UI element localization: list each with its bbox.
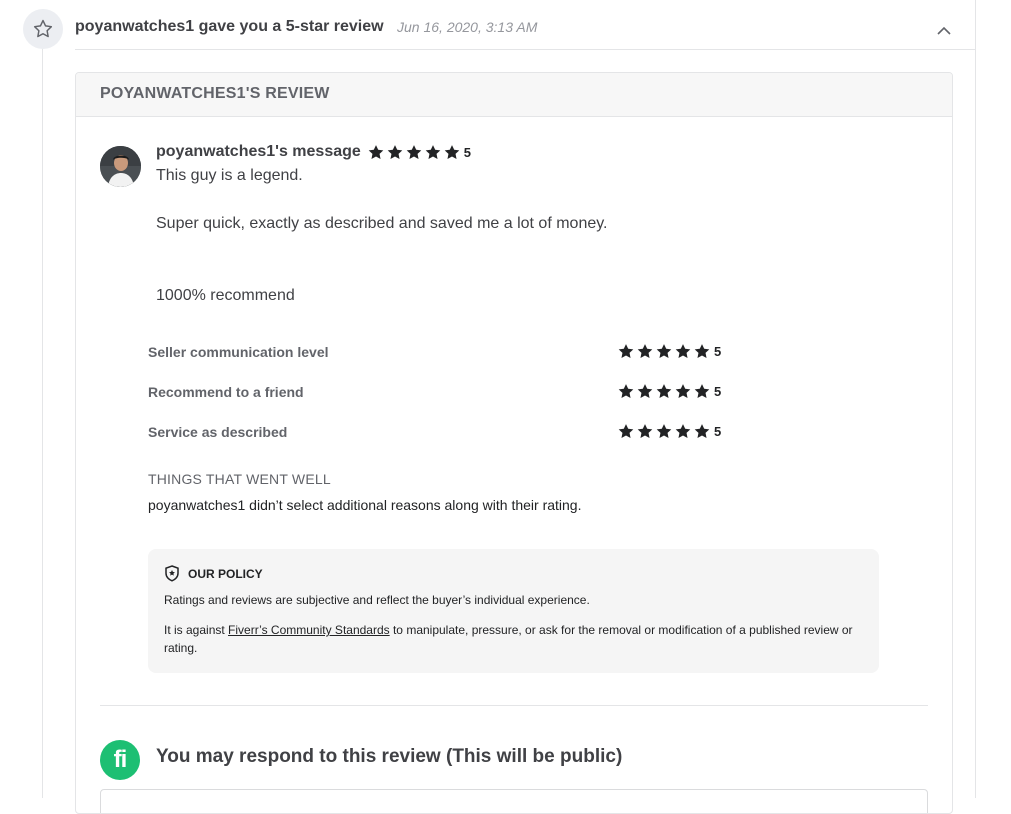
timeline-line bbox=[42, 48, 43, 798]
message-star-rating bbox=[367, 144, 461, 161]
message-line: Super quick, exactly as described and sa… bbox=[156, 215, 608, 232]
fiverr-logo: fi bbox=[100, 740, 140, 780]
category-rating-value: 5 bbox=[714, 344, 722, 359]
star-icon bbox=[637, 424, 653, 438]
category-rating-communication: 5 bbox=[617, 343, 721, 360]
avatar bbox=[100, 146, 141, 187]
star-icon bbox=[694, 424, 710, 438]
star-icon bbox=[675, 344, 691, 358]
star-icon bbox=[694, 344, 710, 358]
category-rating-value: 5 bbox=[714, 424, 722, 439]
policy-title: OUR POLICY bbox=[188, 567, 263, 581]
category-rating-value: 5 bbox=[714, 384, 722, 399]
policy-box: OUR POLICY Ratings and reviews are subje… bbox=[148, 549, 879, 673]
right-border bbox=[975, 0, 976, 798]
star-icon bbox=[387, 144, 403, 159]
chevron-up-icon bbox=[937, 26, 951, 35]
category-label-service: Service as described bbox=[148, 424, 288, 440]
message-line: 1000% recommend bbox=[156, 287, 295, 304]
review-card-header: POYANWATCHES1'S REVIEW bbox=[76, 73, 952, 117]
review-notification-title: poyanwatches1 gave you a 5-star review bbox=[75, 18, 384, 35]
star-icon bbox=[637, 344, 653, 358]
went-well-title: THINGS THAT WENT WELL bbox=[148, 471, 331, 487]
category-label-recommend: Recommend to a friend bbox=[148, 384, 304, 400]
star-icon bbox=[33, 19, 53, 38]
star-icon bbox=[618, 344, 634, 358]
message-rating-value: 5 bbox=[463, 144, 472, 160]
category-rating-service: 5 bbox=[617, 423, 721, 440]
section-divider bbox=[100, 705, 928, 706]
policy-line-1: Ratings and reviews are subjective and r… bbox=[164, 593, 590, 607]
review-card-title: POYANWATCHES1'S REVIEW bbox=[100, 85, 330, 102]
star-icon bbox=[406, 144, 422, 159]
star-icon bbox=[656, 424, 672, 438]
star-icon bbox=[425, 144, 441, 159]
review-card: POYANWATCHES1'S REVIEW poyanwatches1's m… bbox=[75, 72, 953, 814]
community-standards-link[interactable]: Fiverr’s Community Standards bbox=[228, 623, 390, 637]
star-icon-circle bbox=[23, 9, 63, 49]
message-line: This guy is a legend. bbox=[156, 167, 303, 184]
star-icon bbox=[368, 144, 384, 159]
review-date: Jun 16, 2020, 3:13 AM bbox=[397, 19, 538, 35]
header-divider bbox=[75, 49, 975, 50]
star-icon bbox=[694, 384, 710, 398]
category-rating-recommend: 5 bbox=[617, 383, 721, 400]
star-icon bbox=[618, 384, 634, 398]
respond-title: You may respond to this review (This wil… bbox=[156, 746, 623, 767]
star-icon bbox=[656, 384, 672, 398]
policy-line-2-prefix: It is against bbox=[164, 623, 229, 637]
star-icon bbox=[656, 344, 672, 358]
star-icon bbox=[675, 424, 691, 438]
category-label-communication: Seller communication level bbox=[148, 344, 329, 360]
fiverr-logo-text: fi bbox=[113, 746, 128, 773]
star-icon bbox=[675, 384, 691, 398]
shield-icon bbox=[165, 565, 179, 582]
message-author: poyanwatches1's message bbox=[156, 143, 361, 160]
message-heading: poyanwatches1's message 5 bbox=[156, 143, 471, 161]
star-icon bbox=[637, 384, 653, 398]
response-textarea[interactable] bbox=[100, 789, 928, 813]
star-icon bbox=[618, 424, 634, 438]
policy-line-2: It is against Fiverr’s Community Standar… bbox=[164, 621, 864, 657]
star-icon bbox=[444, 144, 460, 159]
collapse-button[interactable] bbox=[935, 24, 953, 38]
went-well-text: poyanwatches1 didn’t select additional r… bbox=[148, 497, 582, 513]
